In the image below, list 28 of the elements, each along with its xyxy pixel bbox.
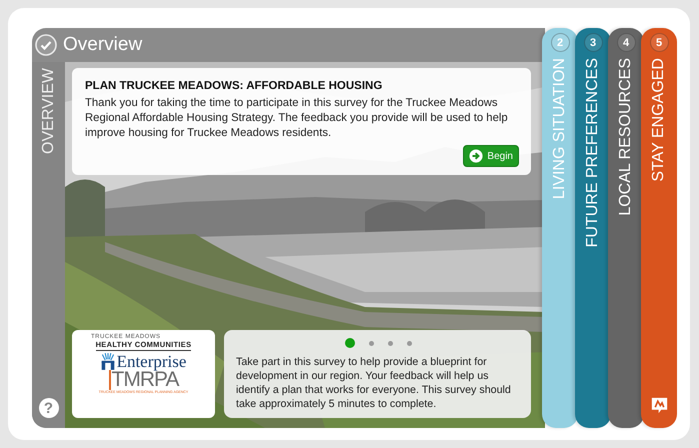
carousel-dot[interactable]: [345, 338, 355, 348]
logo-bar-icon: [108, 370, 111, 390]
step-number: 3: [584, 33, 602, 52]
arrow-icon: [469, 149, 484, 163]
survey-title: PLAN TRUCKEE MEADOWS: AFFORDABLE HOUSING: [85, 80, 384, 92]
overview-tab-label[interactable]: OVERVIEW: [40, 68, 58, 154]
carousel-dot[interactable]: [388, 340, 393, 346]
step-number: 2: [550, 33, 570, 52]
begin-button[interactable]: Begin: [463, 145, 519, 167]
panel-title: Overview: [63, 34, 142, 56]
step-number: 4: [616, 33, 636, 52]
carousel-dot[interactable]: [407, 340, 412, 346]
tab-label: STAY ENGAGED: [650, 58, 668, 182]
section-tab[interactable]: 4 LOCAL RESOURCES: [608, 28, 644, 428]
tab-label: LIVING SITUATION: [551, 58, 569, 200]
tab-label: FUTURE PREFERENCES: [584, 58, 602, 248]
intro-text: Thank you for taking the time to participate in this survey for the Truckee Meadows Regional Affordable Housing Strategy. The feedback you provide will be used to help improve housing for Truckee Meadows residents.: [85, 96, 509, 141]
section-tab[interactable]: 5 STAY ENGAGED: [641, 28, 677, 428]
help-button[interactable]: ?: [38, 398, 58, 418]
logo-text: TMRPA: [112, 370, 178, 390]
info-text: Take part in this survey to help provide a blueprint for development in our region. Your feedback will help us identify a plan that works for everyone. This survey should take approximately 5 minutes to complete.: [236, 355, 512, 411]
section-tab[interactable]: 3 FUTURE PREFERENCES: [575, 28, 611, 428]
speech-bubble-icon: [650, 397, 668, 414]
tab-label: LOCAL RESOURCES: [617, 58, 635, 216]
carousel-dot[interactable]: [369, 340, 374, 346]
step-number: 5: [650, 33, 668, 52]
enterprise-logo-icon: [100, 353, 115, 370]
logo-text: Enterprise: [116, 353, 186, 370]
